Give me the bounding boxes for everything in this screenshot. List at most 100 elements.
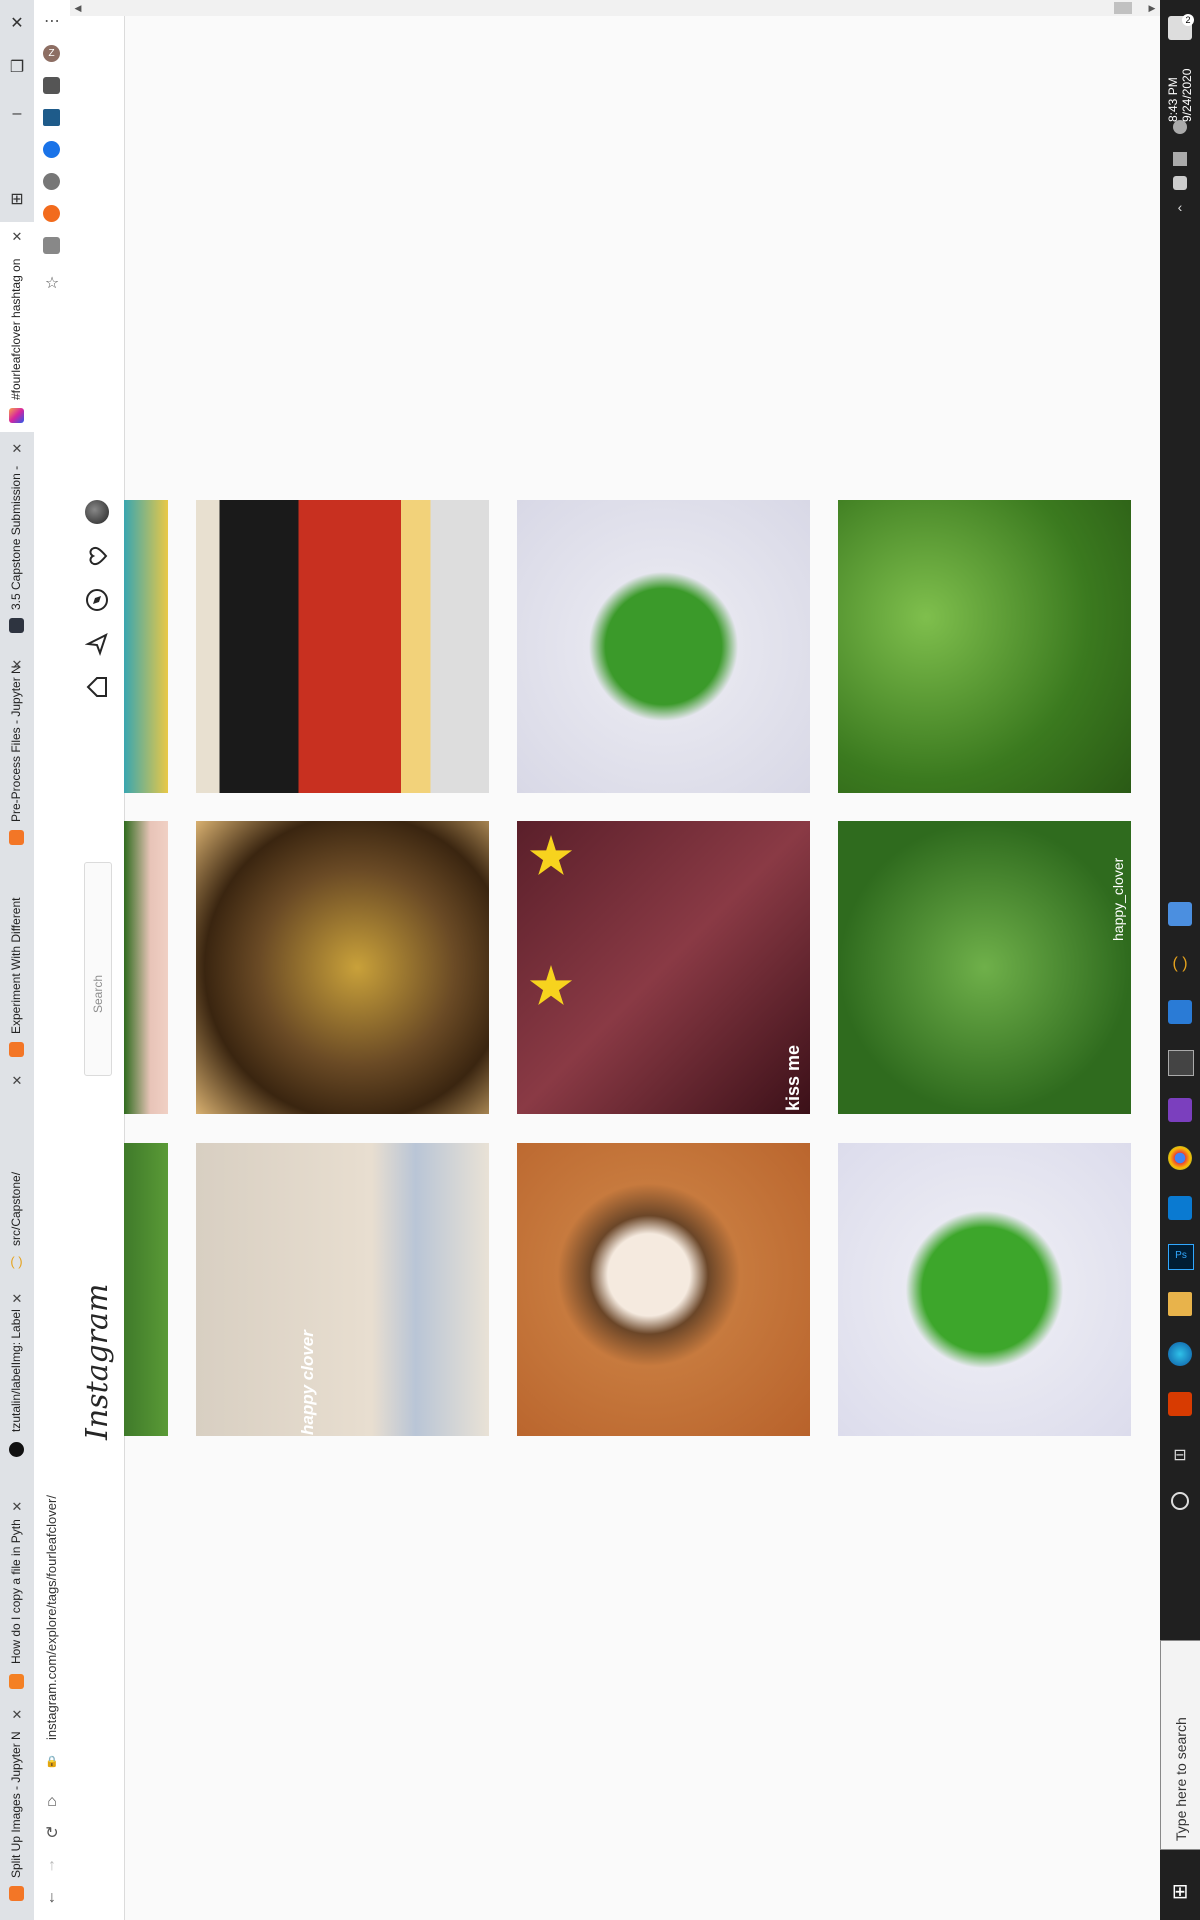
grid-post-clover-patterned-two[interactable]	[517, 500, 810, 793]
home-icon[interactable]	[85, 675, 109, 699]
star-sticker-icon	[529, 965, 573, 1006]
jupyter-favicon-icon	[9, 1886, 24, 1901]
back-icon[interactable]: ↓	[42, 1888, 62, 1908]
restore-window-icon[interactable]: ❐	[5, 56, 29, 80]
photoshop-app-icon[interactable]: Ps	[1168, 1244, 1194, 1270]
tab-label: How do I copy a file in Pyth	[9, 1519, 23, 1664]
tab-close-icon[interactable]: ✕	[10, 1500, 24, 1514]
tab-experiment[interactable]: Experiment With Different ✕	[0, 862, 34, 1088]
notification-center-icon[interactable]: 2	[1168, 14, 1194, 40]
tab-close-icon[interactable]: ✕	[10, 1708, 24, 1722]
activity-heart-icon[interactable]	[85, 544, 109, 568]
grid-post-food-bowl[interactable]	[196, 821, 489, 1114]
profile-avatar[interactable]	[85, 500, 109, 524]
volume-icon[interactable]	[1173, 176, 1187, 190]
dropbox-icon[interactable]	[1173, 152, 1187, 166]
tab-preprocess-files[interactable]: Pre-Process Files - Jupyter N ✕	[0, 652, 34, 862]
tab-label: tzutalin/labelImg: Label	[9, 1309, 23, 1432]
star-sticker-icon	[529, 835, 573, 876]
extension-icon[interactable]	[43, 237, 60, 254]
scrollbar-thumb[interactable]	[1114, 2, 1132, 14]
grid-post-fruit-platter[interactable]	[196, 500, 489, 793]
site-favicon-icon	[9, 618, 24, 633]
grid-post-happy-clover-sprout[interactable]: happy clover	[196, 1143, 489, 1436]
tab-labelimg[interactable]: tzutalin/labelImg: Label ✕	[0, 1288, 34, 1488]
tab-capstone-submission[interactable]: 3.5 Capstone Submission - ✕	[0, 440, 34, 646]
home-icon[interactable]: ⌂	[42, 1792, 62, 1812]
explore-icon[interactable]	[85, 588, 109, 612]
chrome-app-icon[interactable]	[1168, 1146, 1192, 1170]
calculator-app-icon[interactable]	[1168, 902, 1192, 926]
extension-icon[interactable]	[43, 173, 60, 190]
brackets-app-icon[interactable]: ( )	[1168, 952, 1192, 976]
instagram-favicon-icon	[9, 408, 24, 423]
browser-toolbar: ⋯ Z ☆ instagram.com/explore/tags/fourlea…	[34, 0, 71, 1920]
reload-icon[interactable]: ↻	[42, 1824, 62, 1844]
office-app-icon[interactable]	[1168, 1392, 1192, 1416]
tab-label: Experiment With Different	[9, 897, 23, 1035]
start-windows-icon[interactable]: ⊞	[1168, 1880, 1192, 1904]
tab-fourleafclover[interactable]: #fourleafclover hashtag on ✕	[0, 222, 34, 432]
horizontal-scrollbar[interactable]: ◀ ▶	[70, 0, 1160, 16]
tab-close-icon[interactable]: ✕	[10, 442, 24, 456]
grid-post-four-leaf-patterned[interactable]	[838, 1143, 1131, 1436]
grid-post-stars-stickers[interactable]: kiss me	[517, 821, 810, 1114]
tab-close-icon[interactable]: ✕	[10, 230, 24, 244]
jupyter-favicon-icon	[9, 1042, 24, 1057]
grid-post-sept-banner[interactable]	[124, 500, 168, 793]
address-bar[interactable]: instagram.com/explore/tags/fourleafclove…	[44, 1495, 59, 1740]
tab-label: 3.5 Capstone Submission -	[9, 465, 23, 610]
grid-post-clover-hand[interactable]	[124, 821, 168, 1114]
direct-icon[interactable]	[85, 632, 109, 656]
extensions-puzzle-icon[interactable]	[43, 77, 60, 94]
post-caption: happy_clover	[1110, 857, 1126, 941]
file-explorer-app-icon[interactable]	[1168, 1292, 1192, 1316]
grid-post-latte-clover-art[interactable]	[517, 1143, 810, 1436]
extension-icon[interactable]	[43, 109, 60, 126]
tab-label: src/Capstone/	[9, 1171, 23, 1246]
extension-icon[interactable]	[43, 141, 60, 158]
taskbar-search-input[interactable]: Type here to search	[1160, 1640, 1200, 1850]
jupyter-favicon-icon	[9, 830, 24, 845]
grid-post-clover-leaves[interactable]	[838, 500, 1131, 793]
tab-search-icon[interactable]: ⊞	[5, 188, 29, 212]
brackets-favicon-icon: ( )	[10, 1254, 23, 1269]
search-input[interactable]: Search	[84, 862, 112, 1076]
windows-taskbar: 2 ‹ ( ) Ps ⊟ ⊞	[1160, 0, 1200, 1920]
tab-src-capstone[interactable]: ( ) src/Capstone/	[0, 1080, 34, 1290]
forward-icon[interactable]: ↑	[42, 1856, 62, 1876]
chevron-up-icon[interactable]: ‹	[1173, 200, 1187, 214]
tab-copy-file[interactable]: How do I copy a file in Pyth ✕	[0, 1490, 34, 1700]
pen-icon[interactable]	[1173, 120, 1187, 134]
grid-post-clover-patch[interactable]	[124, 1143, 168, 1436]
extension-icon[interactable]	[43, 205, 60, 222]
more-menu-icon[interactable]: ⋯	[42, 12, 62, 32]
tab-label: Split Up Images - Jupyter N	[9, 1731, 23, 1878]
tab-label: #fourleafclover hashtag on	[9, 258, 23, 400]
onenote-app-icon[interactable]	[1168, 1098, 1192, 1122]
cortana-icon[interactable]	[1171, 1492, 1189, 1510]
app-icon[interactable]	[1168, 1000, 1192, 1024]
tab-split-images[interactable]: Split Up Images - Jupyter N ✕	[0, 1700, 34, 1910]
instagram-logo[interactable]: Instagram	[80, 1284, 115, 1440]
tab-label: Pre-Process Files - Jupyter N	[9, 665, 23, 822]
terminal-app-icon[interactable]	[1168, 1050, 1194, 1076]
taskbar-clock[interactable]: 8:43 PM 9/24/2020	[1166, 69, 1194, 122]
bookmark-star-icon[interactable]: ☆	[42, 274, 62, 294]
tab-close-icon[interactable]: ✕	[10, 658, 24, 672]
tab-close-icon[interactable]: ✕	[10, 1292, 24, 1306]
scroll-right-arrow-icon[interactable]: ▶	[1144, 0, 1160, 16]
minimize-window-icon[interactable]: –	[5, 102, 29, 126]
vscode-app-icon[interactable]	[1168, 1196, 1192, 1220]
close-window-icon[interactable]: ✕	[5, 12, 29, 36]
post-caption: kiss me	[783, 1044, 803, 1111]
profile-avatar[interactable]: Z	[43, 45, 60, 62]
edge-app-icon[interactable]	[1168, 1342, 1192, 1366]
lock-icon[interactable]: 🔒	[42, 1752, 62, 1772]
task-view-icon[interactable]: ⊟	[1168, 1444, 1192, 1468]
grid-post-clover-field[interactable]: happy_clover	[838, 821, 1131, 1114]
post-caption: happy clover	[298, 1330, 317, 1435]
scroll-left-arrow-icon[interactable]: ◀	[70, 0, 86, 16]
github-favicon-icon	[9, 1442, 24, 1457]
browser-tab-strip: ✕ ❐ – ⊞ #fourleafclover hashtag on ✕ 3.5…	[0, 0, 34, 1920]
